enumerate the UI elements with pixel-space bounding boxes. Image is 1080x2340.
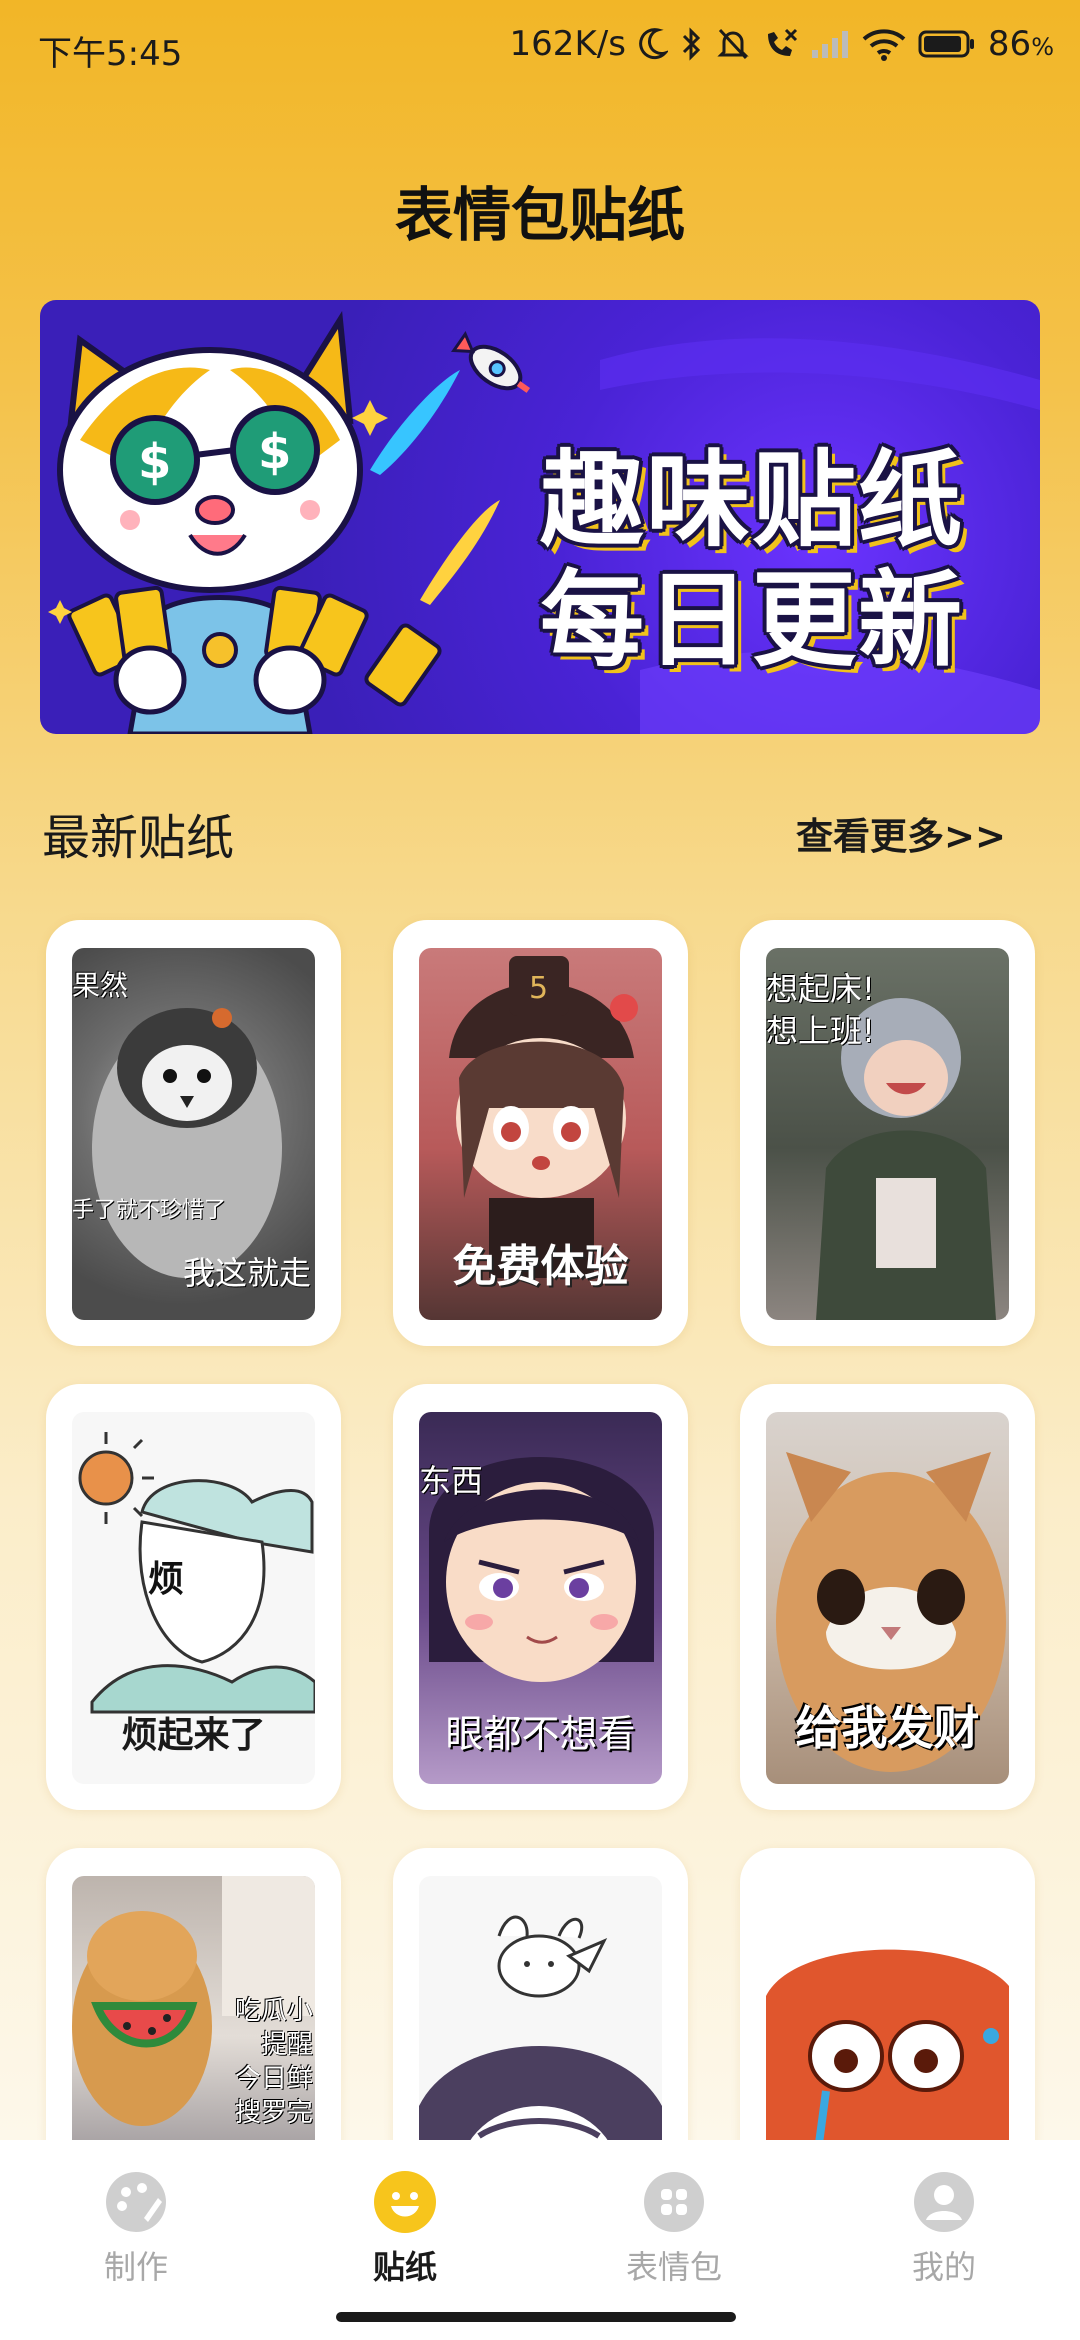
- nav-item-profile[interactable]: 我的: [844, 2170, 1044, 2288]
- sticker-card[interactable]: 烦 烦起来了: [46, 1384, 341, 1810]
- signal-icon: [810, 28, 850, 60]
- sticker-top-text: 东西: [419, 1462, 484, 1500]
- sticker-card[interactable]: 给我发财: [740, 1384, 1035, 1810]
- bluetooth-icon: [680, 26, 704, 62]
- wifi-icon: [862, 27, 906, 61]
- sticker-image: 烦 烦起来了: [72, 1412, 315, 1784]
- call-blocked-icon: [762, 26, 798, 62]
- nav-label-stickers: 贴纸: [372, 2248, 437, 2286]
- sticker-card[interactable]: 5 免费体验: [393, 920, 688, 1346]
- status-icons: 162K/s 86%: [510, 24, 1054, 64]
- nav-item-make[interactable]: 制作: [36, 2170, 236, 2288]
- sticker-card[interactable]: 果然 手了就不珍惜了 我这就走: [46, 920, 341, 1346]
- home-indicator[interactable]: [336, 2312, 736, 2322]
- sticker-card[interactable]: 想起床! 想上班!: [740, 920, 1035, 1346]
- svg-text:$: $: [258, 424, 291, 480]
- sticker-image: 给我发财: [766, 1412, 1009, 1784]
- nav-label-profile: 我的: [911, 2248, 976, 2286]
- promo-banner[interactable]: $ $ 趣味贴纸 每日更新: [40, 300, 1040, 734]
- nav-item-memes[interactable]: 表情包: [574, 2170, 774, 2288]
- sticker-side-text-2: 提醒: [260, 2030, 313, 2060]
- sticker-card[interactable]: 东西 眼都不想看: [393, 1384, 688, 1810]
- network-speed: 162K/s: [509, 24, 626, 64]
- svg-text:5: 5: [529, 971, 548, 1006]
- sticker-caption: 给我发财: [795, 1701, 980, 1755]
- svg-text:$: $: [138, 434, 171, 490]
- sticker-caption: 我这就走: [182, 1254, 311, 1292]
- nav-label-memes: 表情包: [625, 2248, 722, 2286]
- sticker-image: 想起床! 想上班!: [766, 948, 1009, 1320]
- page-title: 表情包贴纸: [394, 181, 685, 249]
- bell-off-icon: [716, 26, 750, 62]
- status-time: 下午5:45: [38, 34, 183, 74]
- banner-subheadline: 每日更新: [540, 559, 965, 681]
- battery-level: 86%: [987, 24, 1054, 64]
- see-more-link[interactable]: 查看更多>>: [796, 806, 1006, 860]
- sticker-side-text-3: 今日鲜: [234, 2064, 313, 2094]
- sticker-caption: 眼都不想看: [445, 1712, 636, 1756]
- status-bar: 下午5:45 162K/s 86%: [0, 0, 1080, 100]
- battery-icon: [918, 29, 976, 59]
- sticker-top-text: 想起床!: [766, 970, 875, 1008]
- person-icon: [912, 2170, 976, 2234]
- bottom-nav: 制作 贴纸 表情包 我的: [0, 2140, 1080, 2340]
- palette-icon: [104, 2170, 168, 2234]
- sticker-page: 下午5:45 162K/s 86% 表情包贴纸 $ $ 趣味贴纸 每日更新 最新…: [0, 0, 1080, 2340]
- section-title: 最新贴纸: [42, 810, 235, 866]
- sticker-image: 果然 手了就不珍惜了 我这就走: [72, 948, 315, 1320]
- sticker-mid-text: 烦: [148, 1559, 185, 1600]
- smiley-icon: [373, 2170, 437, 2234]
- sticker-caption: 免费体验: [452, 1241, 629, 1292]
- nav-label-make: 制作: [103, 2248, 168, 2286]
- sticker-image: 5 免费体验: [419, 948, 662, 1320]
- nav-item-stickers[interactable]: 贴纸: [305, 2170, 505, 2288]
- sticker-mid-text: 手了就不珍惜了: [72, 1198, 227, 1223]
- sticker-image: 东西 眼都不想看: [419, 1412, 662, 1784]
- sticker-side-text-1: 吃瓜小: [234, 1996, 313, 2026]
- grid-icon: [642, 2170, 706, 2234]
- sticker-side-text-4: 搜罗完: [234, 2098, 313, 2128]
- moon-icon: [638, 27, 668, 61]
- sticker-caption: 烦起来了: [121, 1715, 266, 1756]
- sticker-top-text: 果然: [72, 969, 129, 1002]
- sticker-top-text-2: 想上班!: [766, 1012, 875, 1050]
